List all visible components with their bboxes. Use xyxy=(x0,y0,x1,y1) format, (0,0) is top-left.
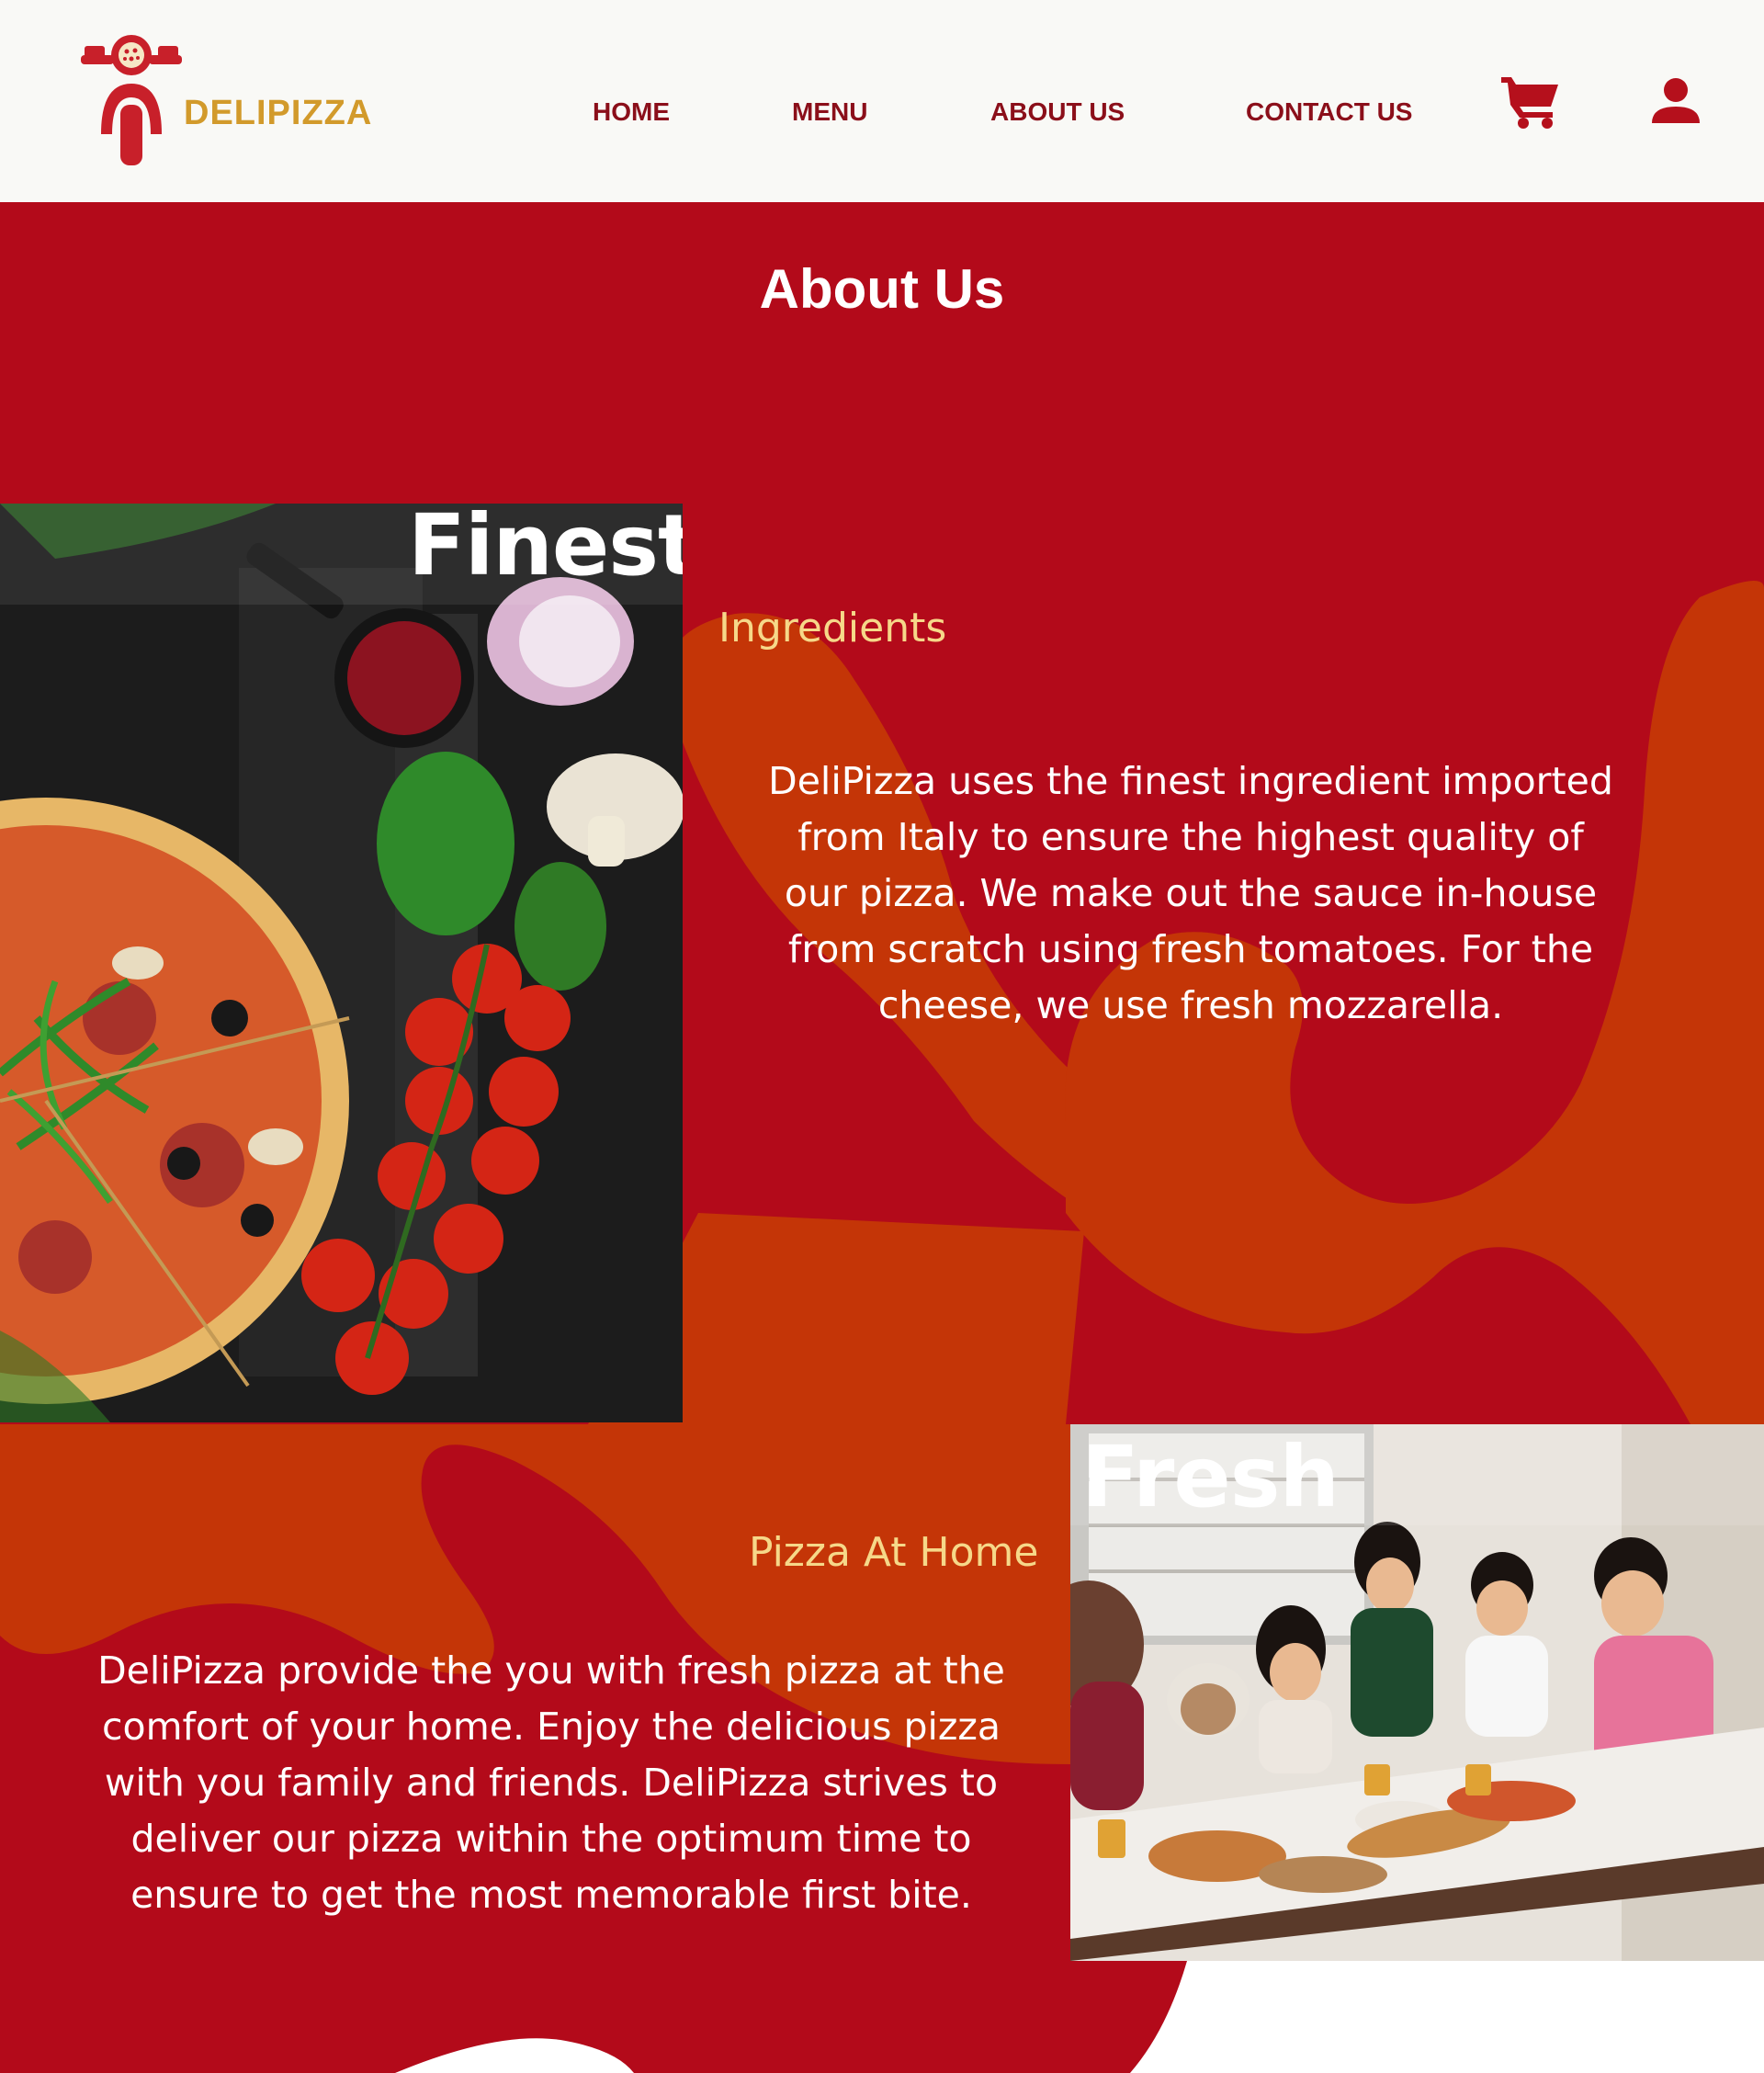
nav-menu[interactable]: MENU xyxy=(792,97,867,127)
nav-home[interactable]: HOME xyxy=(593,97,670,127)
finest-image-caption: Finest xyxy=(408,504,683,595)
brand-name: DELIPIZZA xyxy=(184,94,373,132)
cart-icon xyxy=(1501,77,1558,129)
scooter-icon xyxy=(81,35,182,165)
pizza-at-home-subheading: Pizza At Home xyxy=(749,1529,1039,1576)
site-header: DELIPIZZA HOME MENU ABOUT US CONTACT US xyxy=(0,0,1764,202)
nav-contact-us[interactable]: CONTACT US xyxy=(1246,97,1412,127)
user-icon xyxy=(1652,78,1700,123)
page-title: About Us xyxy=(759,258,1005,320)
nav-about-us[interactable]: ABOUT US xyxy=(990,97,1125,127)
ingredients-paragraph: DeliPizza uses the finest ingredient imp… xyxy=(768,759,1613,1027)
cart-button[interactable] xyxy=(1499,74,1562,132)
fresh-image-caption: Fresh xyxy=(1081,1428,1340,1526)
account-button[interactable] xyxy=(1650,77,1702,129)
brand-logo[interactable]: DELIPIZZA xyxy=(81,33,375,171)
fresh-pizza-image: Fresh xyxy=(1070,1424,1764,1961)
pizza-at-home-paragraph: DeliPizza provide the you with fresh piz… xyxy=(97,1648,1005,1917)
ingredients-subheading: Ingredients xyxy=(718,605,947,651)
about-section: About Us Finest Ingredients DeliPizza us… xyxy=(0,202,1764,2073)
finest-ingredients-image: Finest xyxy=(0,504,683,1422)
